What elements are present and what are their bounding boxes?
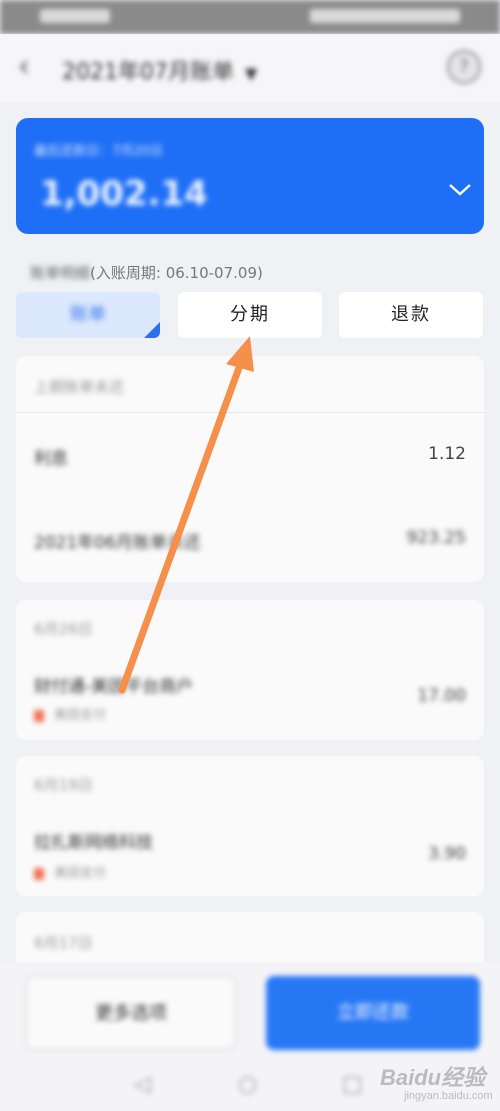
unpaid-section: 上期账单未还 利息 1.12 2021年06月账单未还 923.25 <box>16 356 484 582</box>
divider <box>16 412 484 413</box>
date-header: 6月26日 <box>34 620 93 638</box>
nav-home-icon[interactable]: ○ <box>238 1072 257 1097</box>
section-header: 上期账单未还 <box>34 378 125 396</box>
transaction-amount: 17.00 <box>417 686 466 706</box>
transaction-sub: 美团支付 <box>34 704 106 723</box>
transaction-group: 6月19日 拉扎斯网络科技 美团支付 3.90 <box>16 756 484 896</box>
status-time <box>40 9 110 23</box>
more-options-button[interactable]: 更多选项 <box>26 976 236 1050</box>
tab-installment[interactable]: 分期 <box>178 292 322 338</box>
title-text: 2021年07月账单 <box>62 60 234 85</box>
app-header: ‹ 2021年07月账单 ▼ ? <box>0 34 500 102</box>
row-amount: 923.25 <box>406 528 466 548</box>
caret-down-icon: ▼ <box>244 64 258 83</box>
watermark-url: jingyan.baidu.com <box>404 1090 493 1102</box>
bill-amount: 1,002.14 <box>40 174 208 214</box>
tag-icon <box>34 867 44 880</box>
tab-bill[interactable]: 账单 <box>16 292 160 338</box>
status-bar <box>0 0 500 34</box>
transaction-title[interactable]: 财付通-美团平台商户 <box>34 672 193 697</box>
row-label: 利息 <box>34 449 68 469</box>
row-label: 2021年06月账单未还 <box>34 533 201 553</box>
chevron-left-icon[interactable]: ‹ <box>18 52 44 82</box>
date-header: 6月17日 <box>34 934 93 952</box>
billing-period: (入账周期: 06.10-07.09) <box>90 264 263 282</box>
tag-icon <box>34 709 44 722</box>
tab-refund[interactable]: 退款 <box>339 292 483 338</box>
chevron-down-icon[interactable] <box>448 178 472 203</box>
due-date-text: 最后还款日：7月20日 <box>34 144 163 159</box>
row-amount: 1.12 <box>428 444 466 464</box>
date-header: 6月19日 <box>34 776 93 794</box>
status-icons <box>310 9 460 23</box>
nav-recent-icon[interactable]: □ <box>342 1072 363 1097</box>
transaction-title[interactable]: 拉扎斯网络科技 <box>34 828 153 853</box>
nav-back-icon[interactable]: ◁ <box>134 1072 151 1097</box>
question-icon[interactable]: ? <box>447 50 481 84</box>
watermark: Baidu经验 jingyan.baidu.com <box>380 1060 493 1102</box>
transaction-amount: 3.90 <box>428 844 466 864</box>
transaction-group: 6月26日 财付通-美团平台商户 美团支付 17.00 <box>16 600 484 740</box>
tab-bill-label: 账单 <box>70 304 106 325</box>
bill-summary-card[interactable]: 最后还款日：7月20日 1,002.14 <box>16 118 484 234</box>
repay-button[interactable]: 立即还款 <box>266 976 480 1050</box>
selected-corner-icon <box>144 322 160 338</box>
transaction-sub: 美团支付 <box>34 862 106 881</box>
bill-details-row: 账单明细(入账周期: 06.10-07.09) <box>30 262 263 283</box>
page-title[interactable]: 2021年07月账单 ▼ <box>62 54 257 86</box>
bill-details-label: 账单明细 <box>30 264 91 282</box>
watermark-brand: Baidu经验 <box>380 1065 486 1090</box>
